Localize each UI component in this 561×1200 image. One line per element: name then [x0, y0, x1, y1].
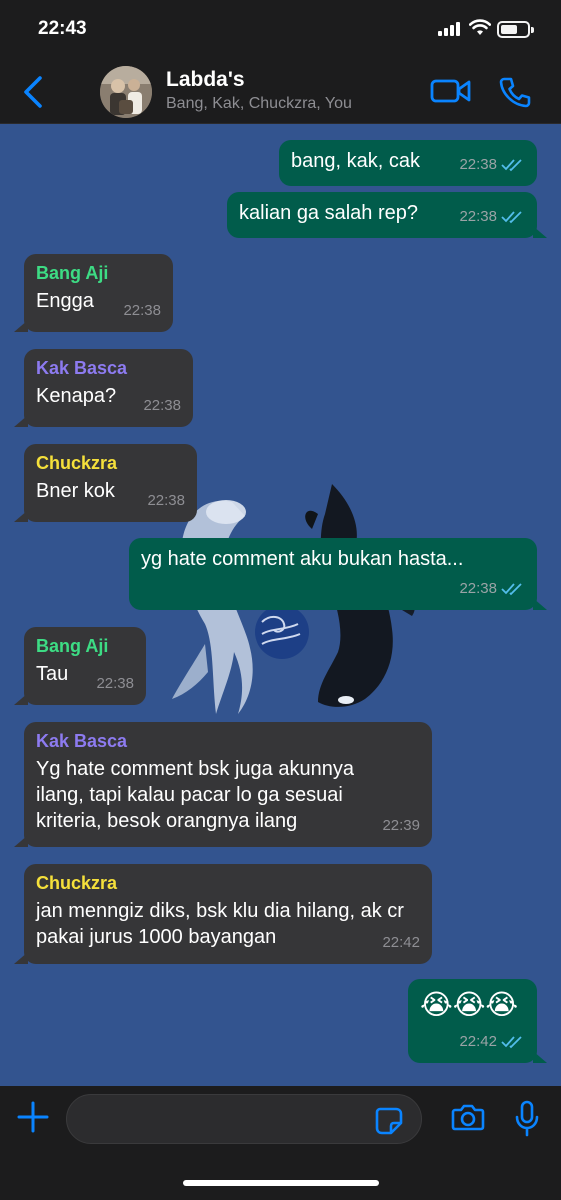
message-meta: 22:38	[459, 152, 525, 178]
group-avatar[interactable]	[100, 66, 152, 118]
incoming-message[interactable]: Kak Basca Yg hate comment bsk juga akunn…	[14, 722, 432, 847]
message-meta: 22:38	[147, 488, 185, 514]
plus-icon[interactable]	[16, 1100, 50, 1134]
incoming-message[interactable]: Bang Aji Tau 22:38	[14, 627, 146, 705]
message-time: 22:42	[382, 934, 420, 951]
chat-participants[interactable]: Bang, Kak, Chuckzra, You	[166, 95, 352, 113]
microphone-icon[interactable]	[514, 1100, 540, 1138]
message-meta: 22:38	[96, 671, 134, 697]
video-camera-icon[interactable]	[430, 76, 472, 106]
status-time: 22:43	[38, 18, 87, 39]
message-composer	[0, 1086, 561, 1200]
message-meta: 22:42	[382, 930, 420, 956]
incoming-message[interactable]: Chuckzra jan menngiz diks, bsk klu dia h…	[14, 864, 432, 964]
message-meta: 22:38	[143, 393, 181, 419]
read-receipt-icon	[501, 1036, 522, 1049]
message-sender: Bang Aji	[36, 263, 109, 283]
status-bar: 22:43	[0, 0, 561, 60]
message-time: 22:38	[459, 156, 497, 173]
message-text: jan menngiz diks, bsk klu dia hilang, ak…	[36, 900, 404, 948]
message-time: 22:38	[459, 580, 497, 597]
message-time: 22:39	[382, 817, 420, 834]
message-time: 22:38	[123, 302, 161, 319]
message-sender: Kak Basca	[36, 358, 128, 378]
message-sender: Chuckzra	[36, 873, 118, 893]
read-receipt-icon	[501, 159, 522, 172]
home-indicator	[183, 1180, 379, 1186]
message-time: 22:38	[459, 208, 497, 225]
incoming-message[interactable]: Bang Aji Engga 22:38	[14, 254, 173, 332]
message-text: Yg hate comment bsk juga akunnya ilang, …	[36, 758, 354, 832]
message-meta: 22:38	[123, 298, 161, 324]
outgoing-message[interactable]: bang, kak, cak 22:38	[279, 140, 537, 186]
incoming-message[interactable]: Chuckzra Bner kok 22:38	[14, 444, 197, 522]
message-time: 22:42	[459, 1033, 497, 1050]
message-meta: 22:42	[459, 1029, 525, 1055]
message-meta: 22:38	[459, 204, 525, 230]
message-text: yg hate comment aku bukan hasta...	[141, 548, 464, 570]
read-receipt-icon	[501, 583, 522, 596]
message-sender: Kak Basca	[36, 731, 128, 751]
message-text: 😭😭😭	[420, 989, 519, 1020]
read-receipt-icon	[501, 211, 522, 224]
message-meta: 22:38	[459, 576, 525, 602]
camera-icon[interactable]	[451, 1102, 485, 1132]
message-list[interactable]: bang, kak, cak 22:38 kalian ga salah rep…	[0, 124, 561, 1086]
message-input[interactable]	[66, 1094, 422, 1144]
wifi-icon	[469, 19, 491, 35]
incoming-message[interactable]: Kak Basca Kenapa? 22:38	[14, 349, 193, 427]
back-chevron-icon[interactable]	[20, 74, 46, 110]
chat-title[interactable]: Labda's	[166, 68, 245, 92]
outgoing-message[interactable]: yg hate comment aku bukan hasta... 22:38	[129, 538, 547, 610]
sticker-icon[interactable]	[374, 1106, 404, 1136]
message-sender: Chuckzra	[36, 453, 118, 473]
outgoing-message[interactable]: 😭😭😭 22:42	[408, 979, 547, 1063]
message-time: 22:38	[147, 492, 185, 509]
battery-icon	[497, 21, 534, 38]
cellular-signal-icon	[438, 22, 462, 36]
message-sender: Bang Aji	[36, 636, 109, 656]
outgoing-message[interactable]: kalian ga salah rep? 22:38	[227, 192, 547, 238]
chat-header: Labda's Bang, Kak, Chuckzra, You	[0, 60, 561, 124]
message-time: 22:38	[143, 397, 181, 414]
phone-icon[interactable]	[498, 76, 532, 108]
message-time: 22:38	[96, 675, 134, 692]
message-meta: 22:39	[382, 813, 420, 839]
